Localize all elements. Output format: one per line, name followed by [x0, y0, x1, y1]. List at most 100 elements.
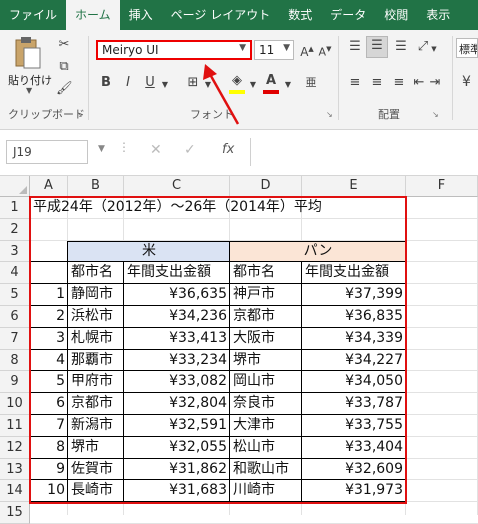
tab-page-layout[interactable]: ページ レイアウト — [162, 0, 280, 30]
paste-dropdown-icon[interactable]: ▼ — [26, 86, 32, 95]
cell-rank[interactable]: 7 — [30, 415, 68, 437]
font-launcher-icon[interactable]: ↘ — [326, 110, 333, 119]
insert-function-icon[interactable]: fx — [222, 142, 234, 157]
cell-bread-amount[interactable]: ¥31,973 — [302, 480, 406, 502]
cell-rice-city[interactable]: 長崎市 — [68, 480, 124, 502]
cell-b4-city-header[interactable]: 都市名 — [68, 262, 124, 284]
italic-button[interactable]: I — [120, 74, 136, 92]
orientation-dropdown-icon[interactable]: ▼ — [430, 40, 438, 58]
enter-check-icon[interactable]: ✓ — [184, 142, 196, 158]
cell-bread-city[interactable]: 岡山市 — [230, 371, 302, 393]
worksheet-grid[interactable]: A B C D E F 1 2 3 4 5 6 7 8 9 10 11 12 13 14 15 平成24年（2012年）～… — [0, 176, 478, 524]
cell-bread-city[interactable]: 大阪市 — [230, 328, 302, 350]
cell-rice-amount[interactable]: ¥34,236 — [124, 306, 230, 328]
phonetic-guide-icon[interactable]: 亜 — [302, 74, 320, 92]
cancel-icon[interactable]: ✕ — [150, 142, 162, 158]
number-format-combobox[interactable]: 標準 — [456, 38, 478, 58]
row-header-6[interactable]: 6 — [0, 306, 30, 328]
cell-rice-amount[interactable]: ¥36,635 — [124, 284, 230, 306]
cell-bread-amount[interactable]: ¥34,050 — [302, 371, 406, 393]
cell-bread-city[interactable]: 神戸市 — [230, 284, 302, 306]
cell-rank[interactable]: 9 — [30, 459, 68, 481]
cell-rank[interactable]: 3 — [30, 328, 68, 350]
align-center-icon[interactable]: ≡ — [368, 74, 386, 92]
clipboard-launcher-icon[interactable]: ↘ — [76, 110, 83, 119]
cell-rice-city[interactable]: 浜松市 — [68, 306, 124, 328]
cell-bread-city[interactable]: 奈良市 — [230, 393, 302, 415]
align-middle-icon[interactable]: ☰ — [366, 36, 388, 58]
row-header-11[interactable]: 11 — [0, 415, 30, 437]
name-box[interactable]: J19 — [6, 140, 88, 164]
cell-rice-city[interactable]: 新潟市 — [68, 415, 124, 437]
row-header-2[interactable]: 2 — [0, 218, 30, 241]
cell-bread-city[interactable]: 京都市 — [230, 306, 302, 328]
cell-d4-city-header[interactable]: 都市名 — [230, 262, 302, 284]
format-painter-icon[interactable]: 🖌 — [56, 80, 73, 98]
name-box-dropdown-icon[interactable]: ▼ — [98, 144, 105, 154]
cell-rank[interactable]: 1 — [30, 284, 68, 306]
cell-rice-amount[interactable]: ¥33,413 — [124, 328, 230, 350]
cell-rice-amount[interactable]: ¥32,591 — [124, 415, 230, 437]
tab-view[interactable]: 表示 — [417, 0, 459, 30]
font-color-icon[interactable]: A — [262, 72, 280, 94]
splitter-dots-icon[interactable]: ⋮ — [118, 140, 130, 154]
cell-rank[interactable]: 8 — [30, 437, 68, 459]
column-header-c[interactable]: C — [124, 176, 230, 197]
row-header-5[interactable]: 5 — [0, 284, 30, 306]
select-all-button[interactable] — [0, 176, 30, 197]
cell-bread-amount[interactable]: ¥33,755 — [302, 415, 406, 437]
align-top-icon[interactable]: ☰ — [346, 38, 364, 56]
cell-rice-city[interactable]: 札幌市 — [68, 328, 124, 350]
cell-bread-city[interactable]: 和歌山市 — [230, 459, 302, 481]
tab-file[interactable]: ファイル — [0, 0, 66, 30]
cell-rice-city[interactable]: 静岡市 — [68, 284, 124, 306]
cell-b3-rice-header[interactable]: 米 — [68, 241, 230, 263]
cell-rice-amount[interactable]: ¥31,862 — [124, 459, 230, 481]
cell-rank[interactable]: 6 — [30, 393, 68, 415]
increase-font-icon[interactable]: A▲ — [300, 40, 314, 61]
borders-icon[interactable]: ⊞ — [184, 74, 202, 92]
cell-bread-amount[interactable]: ¥33,404 — [302, 437, 406, 459]
font-name-combobox[interactable]: Meiryo UI ▼ — [96, 40, 252, 60]
formula-input[interactable] — [250, 138, 478, 166]
font-color-dropdown-icon[interactable]: ▼ — [283, 76, 293, 94]
column-header-b[interactable]: B — [68, 176, 124, 197]
cell-a1-title[interactable]: 平成24年（2012年）～26年（2014年）平均 — [30, 197, 406, 219]
column-header-a[interactable]: A — [30, 176, 68, 197]
borders-dropdown-icon[interactable]: ▼ — [203, 76, 213, 94]
cell-bread-city[interactable]: 大津市 — [230, 415, 302, 437]
cell-rice-city[interactable]: 佐賀市 — [68, 459, 124, 481]
align-right-icon[interactable]: ≡ — [390, 74, 408, 92]
cell-bread-city[interactable]: 松山市 — [230, 437, 302, 459]
column-header-d[interactable]: D — [230, 176, 302, 197]
copy-icon[interactable]: ⧉ — [56, 58, 72, 76]
fill-color-dropdown-icon[interactable]: ▼ — [248, 76, 258, 94]
row-header-10[interactable]: 10 — [0, 393, 30, 415]
cell-bread-amount[interactable]: ¥32,609 — [302, 459, 406, 481]
cell-rank[interactable]: 2 — [30, 306, 68, 328]
cell-rice-amount[interactable]: ¥33,234 — [124, 350, 230, 372]
cell-rice-city[interactable]: 京都市 — [68, 393, 124, 415]
decrease-font-icon[interactable]: A▼ — [318, 40, 332, 62]
alignment-launcher-icon[interactable]: ↘ — [432, 110, 439, 119]
row-header-9[interactable]: 9 — [0, 371, 30, 394]
row-header-8[interactable]: 8 — [0, 349, 30, 372]
row-header-1[interactable]: 1 — [0, 197, 30, 219]
row-header-15[interactable]: 15 — [0, 502, 30, 524]
underline-dropdown-icon[interactable]: ▼ — [160, 76, 170, 94]
cell-rice-city[interactable]: 堺市 — [68, 437, 124, 459]
row-header-3[interactable]: 3 — [0, 240, 30, 263]
cell-rice-city[interactable]: 那覇市 — [68, 350, 124, 372]
cell-e4-amount-header[interactable]: 年間支出金額 — [302, 262, 406, 284]
underline-button[interactable]: U — [142, 74, 158, 92]
tab-formulas[interactable]: 数式 — [279, 0, 321, 30]
cell-rice-amount[interactable]: ¥32,055 — [124, 437, 230, 459]
currency-format-icon[interactable]: ¥ — [462, 74, 471, 90]
row-header-7[interactable]: 7 — [0, 327, 30, 350]
cell-rice-city[interactable]: 甲府市 — [68, 371, 124, 393]
cell-bread-amount[interactable]: ¥34,227 — [302, 350, 406, 372]
tab-insert[interactable]: 挿入 — [120, 0, 162, 30]
tab-home[interactable]: ホーム — [66, 0, 120, 30]
column-header-e[interactable]: E — [302, 176, 406, 197]
align-bottom-icon[interactable]: ☰ — [392, 38, 410, 56]
